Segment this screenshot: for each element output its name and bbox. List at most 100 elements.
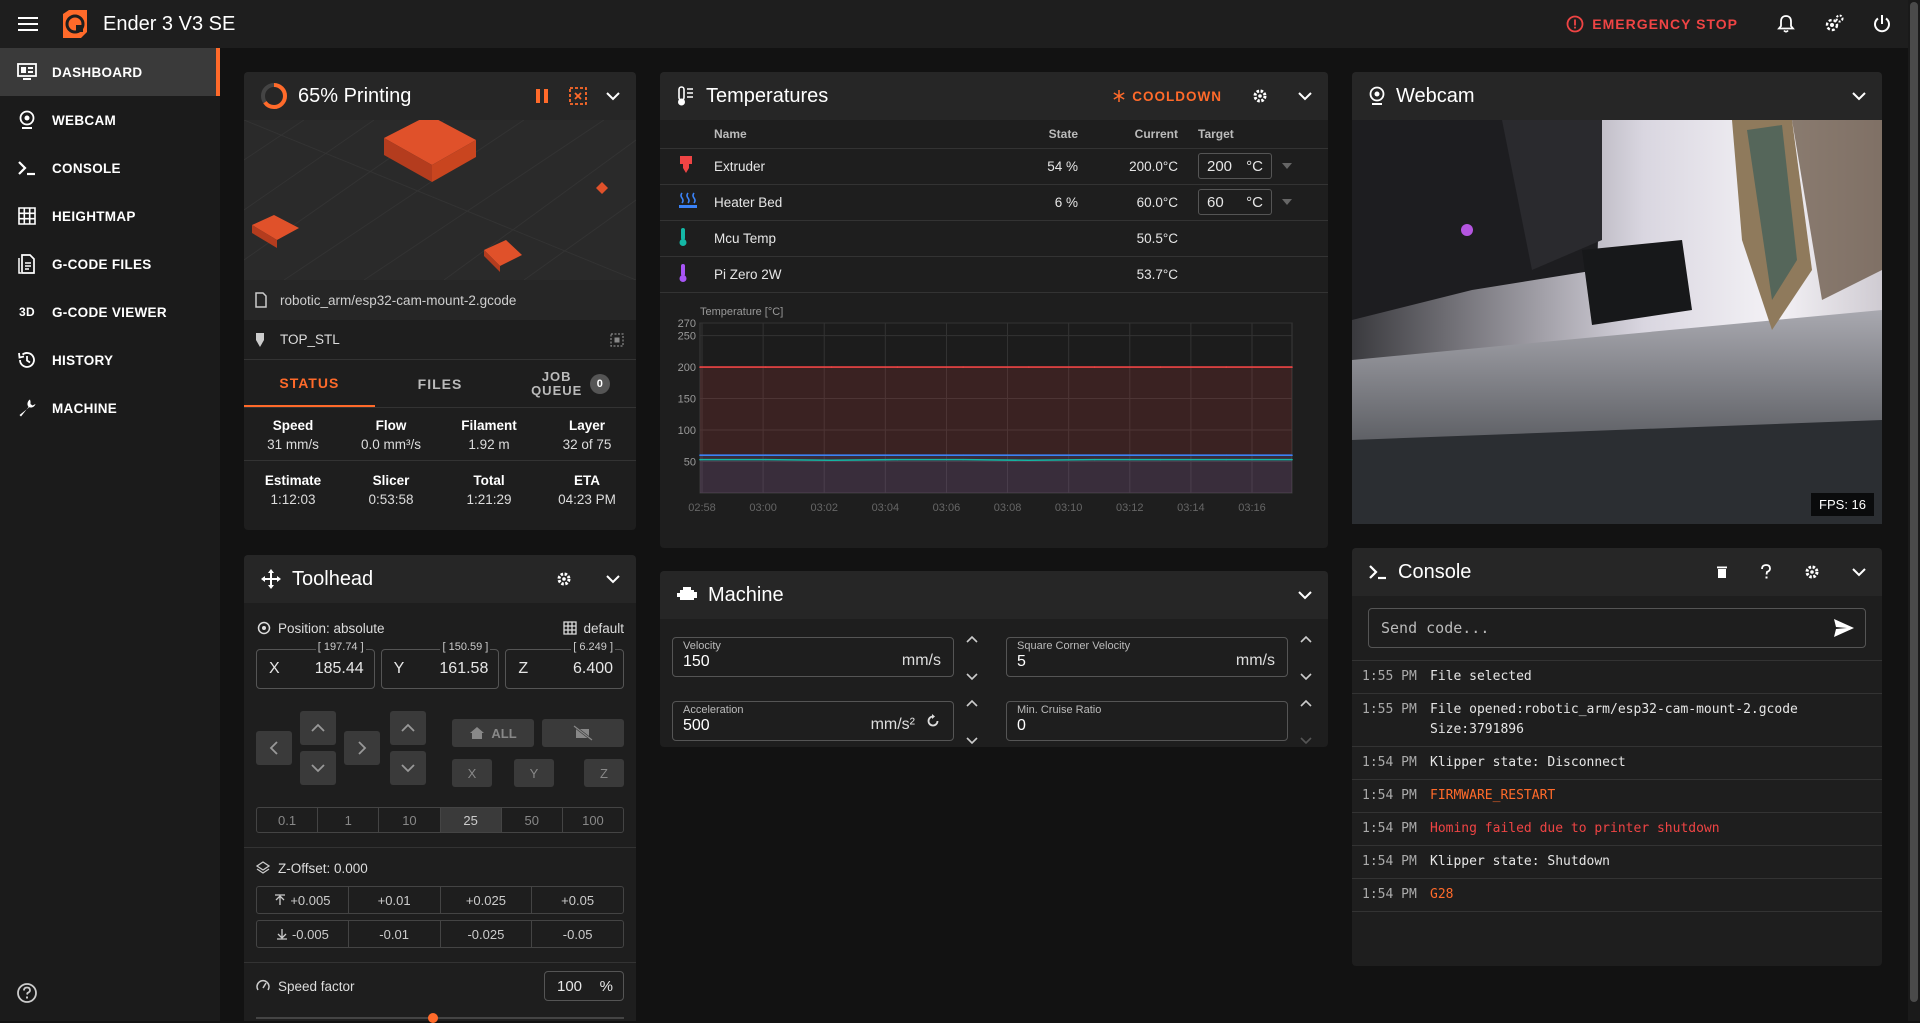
gear-icon[interactable] — [556, 571, 572, 587]
chevron-down-icon[interactable] — [606, 574, 620, 584]
z-up-0.05[interactable]: +0.05 — [532, 887, 623, 913]
menu-button[interactable] — [0, 0, 56, 48]
chevron-up-icon[interactable] — [966, 635, 978, 643]
chevron-down-icon[interactable] — [1298, 91, 1312, 101]
chevron-up-icon[interactable] — [966, 699, 978, 707]
chevron-down-icon[interactable] — [1298, 590, 1312, 600]
profile-selector[interactable]: default — [563, 621, 624, 636]
object-select-icon[interactable] — [610, 332, 624, 347]
step-50[interactable]: 50 — [502, 808, 563, 832]
chevron-down-icon[interactable] — [966, 673, 978, 681]
power-button[interactable] — [1858, 0, 1906, 48]
jog-z-plus-button[interactable] — [390, 711, 426, 745]
heater-name[interactable]: Heater Bed — [714, 184, 998, 221]
page-scrollbar[interactable] — [1908, 0, 1920, 1021]
settings-button[interactable] — [1810, 0, 1858, 48]
webcam-stream[interactable]: FPS: 16 — [1352, 120, 1882, 524]
help-button[interactable] — [16, 982, 38, 1007]
scv-stepper[interactable] — [1298, 635, 1314, 681]
temperatures-header: Temperatures COOLDOWN — [660, 72, 1328, 120]
z-down-0.025[interactable]: -0.025 — [441, 921, 533, 947]
scrollbar-thumb[interactable] — [1910, 2, 1918, 1002]
acceleration-field[interactable]: Acceleration 500 mm/s² — [672, 701, 954, 741]
step-1[interactable]: 1 — [318, 808, 380, 832]
send-icon[interactable] — [1833, 618, 1855, 638]
speed-factor-input[interactable]: 100 % — [544, 971, 624, 1001]
trash-icon[interactable] — [1716, 565, 1728, 579]
sidebar-item-dashboard[interactable]: DASHBOARD — [0, 48, 220, 96]
sidebar-item-console[interactable]: CONSOLE — [0, 144, 220, 192]
help-icon[interactable] — [1760, 564, 1772, 580]
slider-thumb[interactable] — [428, 1013, 438, 1023]
pause-icon[interactable] — [534, 88, 550, 104]
min-cruise-ratio-stepper[interactable] — [1298, 699, 1314, 745]
chevron-down-icon[interactable] — [1300, 673, 1312, 681]
filename-row: robotic_arm/esp32-cam-mount-2.gcode — [244, 280, 636, 320]
chevron-down-icon[interactable] — [1852, 91, 1866, 101]
home-z-button[interactable]: Z — [584, 759, 624, 787]
velocity-field[interactable]: Velocity 150 mm/s — [672, 637, 954, 677]
jog-y-minus-button[interactable] — [300, 751, 336, 785]
jog-x-plus-button[interactable] — [344, 731, 380, 765]
chevron-up-icon[interactable] — [1300, 699, 1312, 707]
step-25[interactable]: 25 — [440, 808, 502, 832]
acceleration-stepper[interactable] — [964, 699, 980, 745]
caret-down-icon[interactable] — [1282, 199, 1292, 205]
square-corner-velocity-field[interactable]: Square Corner Velocity 5 mm/s — [1006, 637, 1288, 677]
z-down-0.005[interactable]: -0.005 — [257, 921, 349, 947]
sidebar-item-history[interactable]: HISTORY — [0, 336, 220, 384]
heater-name[interactable]: Mcu Temp — [714, 220, 998, 257]
min-cruise-ratio-field[interactable]: Min. Cruise Ratio 0 — [1006, 701, 1288, 741]
sidebar-item-g-code-files[interactable]: G-CODE FILES — [0, 240, 220, 288]
chevron-down-icon[interactable] — [1300, 737, 1312, 745]
notifications-button[interactable] — [1762, 0, 1810, 48]
z-up-0.01[interactable]: +0.01 — [349, 887, 441, 913]
step-0.1[interactable]: 0.1 — [257, 808, 319, 832]
motors-off-button[interactable] — [542, 719, 624, 747]
x-position-field[interactable]: [ 197.74 ] X 185.44 — [256, 641, 375, 689]
tab-job-queue[interactable]: JOB QUEUE 0 — [505, 360, 636, 407]
snowflake-icon — [1113, 90, 1125, 102]
position-mode: Position: absolute — [278, 620, 385, 636]
z-down-0.05[interactable]: -0.05 — [532, 921, 623, 947]
chevron-up-icon[interactable] — [1300, 635, 1312, 643]
sidebar-item-webcam[interactable]: WEBCAM — [0, 96, 220, 144]
console-input[interactable]: Send code... — [1368, 608, 1866, 648]
gear-icon[interactable] — [1804, 564, 1820, 580]
chevron-down-icon[interactable] — [1852, 567, 1866, 577]
heater-name[interactable]: Extruder — [714, 148, 998, 185]
chevron-down-icon[interactable] — [966, 737, 978, 745]
chevron-down-icon[interactable] — [606, 91, 620, 101]
tab-files[interactable]: FILES — [375, 360, 506, 407]
y-position-field[interactable]: [ 150.59 ] Y 161.58 — [380, 641, 500, 689]
target-input[interactable]: 60 °C — [1198, 189, 1272, 215]
home-x-button[interactable]: X — [452, 759, 492, 787]
z-up-0.025[interactable]: +0.025 — [441, 887, 533, 913]
z-down-0.01[interactable]: -0.01 — [349, 921, 441, 947]
velocity-stepper[interactable] — [964, 635, 980, 681]
console-message[interactable]: G28 — [1430, 885, 1453, 905]
jog-z-minus-button[interactable] — [390, 751, 426, 785]
cooldown-button[interactable]: COOLDOWN — [1112, 89, 1222, 104]
target-input[interactable]: 200 °C — [1198, 153, 1272, 179]
home-y-button[interactable]: Y — [514, 759, 554, 787]
home-all-button[interactable]: ALL — [452, 719, 534, 747]
z-up-0.005[interactable]: +0.005 — [257, 887, 349, 913]
console-message[interactable]: FIRMWARE_RESTART — [1430, 786, 1555, 806]
caret-down-icon[interactable] — [1282, 163, 1292, 169]
sidebar-item-machine[interactable]: MACHINE — [0, 384, 220, 432]
tab-status[interactable]: STATUS — [244, 360, 375, 407]
jog-x-minus-button[interactable] — [256, 731, 292, 765]
sidebar-item-g-code-viewer[interactable]: 3D G-CODE VIEWER — [0, 288, 220, 336]
sidebar-item-heightmap[interactable]: HEIGHTMAP — [0, 192, 220, 240]
heater-name[interactable]: Pi Zero 2W — [714, 256, 998, 293]
jog-y-plus-button[interactable] — [300, 711, 336, 745]
reset-icon[interactable] — [925, 713, 941, 729]
z-position-field[interactable]: [ 6.249 ] Z 6.400 — [505, 641, 625, 689]
step-100[interactable]: 100 — [563, 808, 623, 832]
exclude-object-icon[interactable] — [568, 86, 588, 106]
step-10[interactable]: 10 — [379, 808, 441, 832]
speed-factor-slider[interactable] — [256, 1013, 624, 1023]
gear-icon[interactable] — [1252, 88, 1268, 104]
emergency-stop-button[interactable]: EMERGENCY STOP — [1566, 15, 1738, 33]
